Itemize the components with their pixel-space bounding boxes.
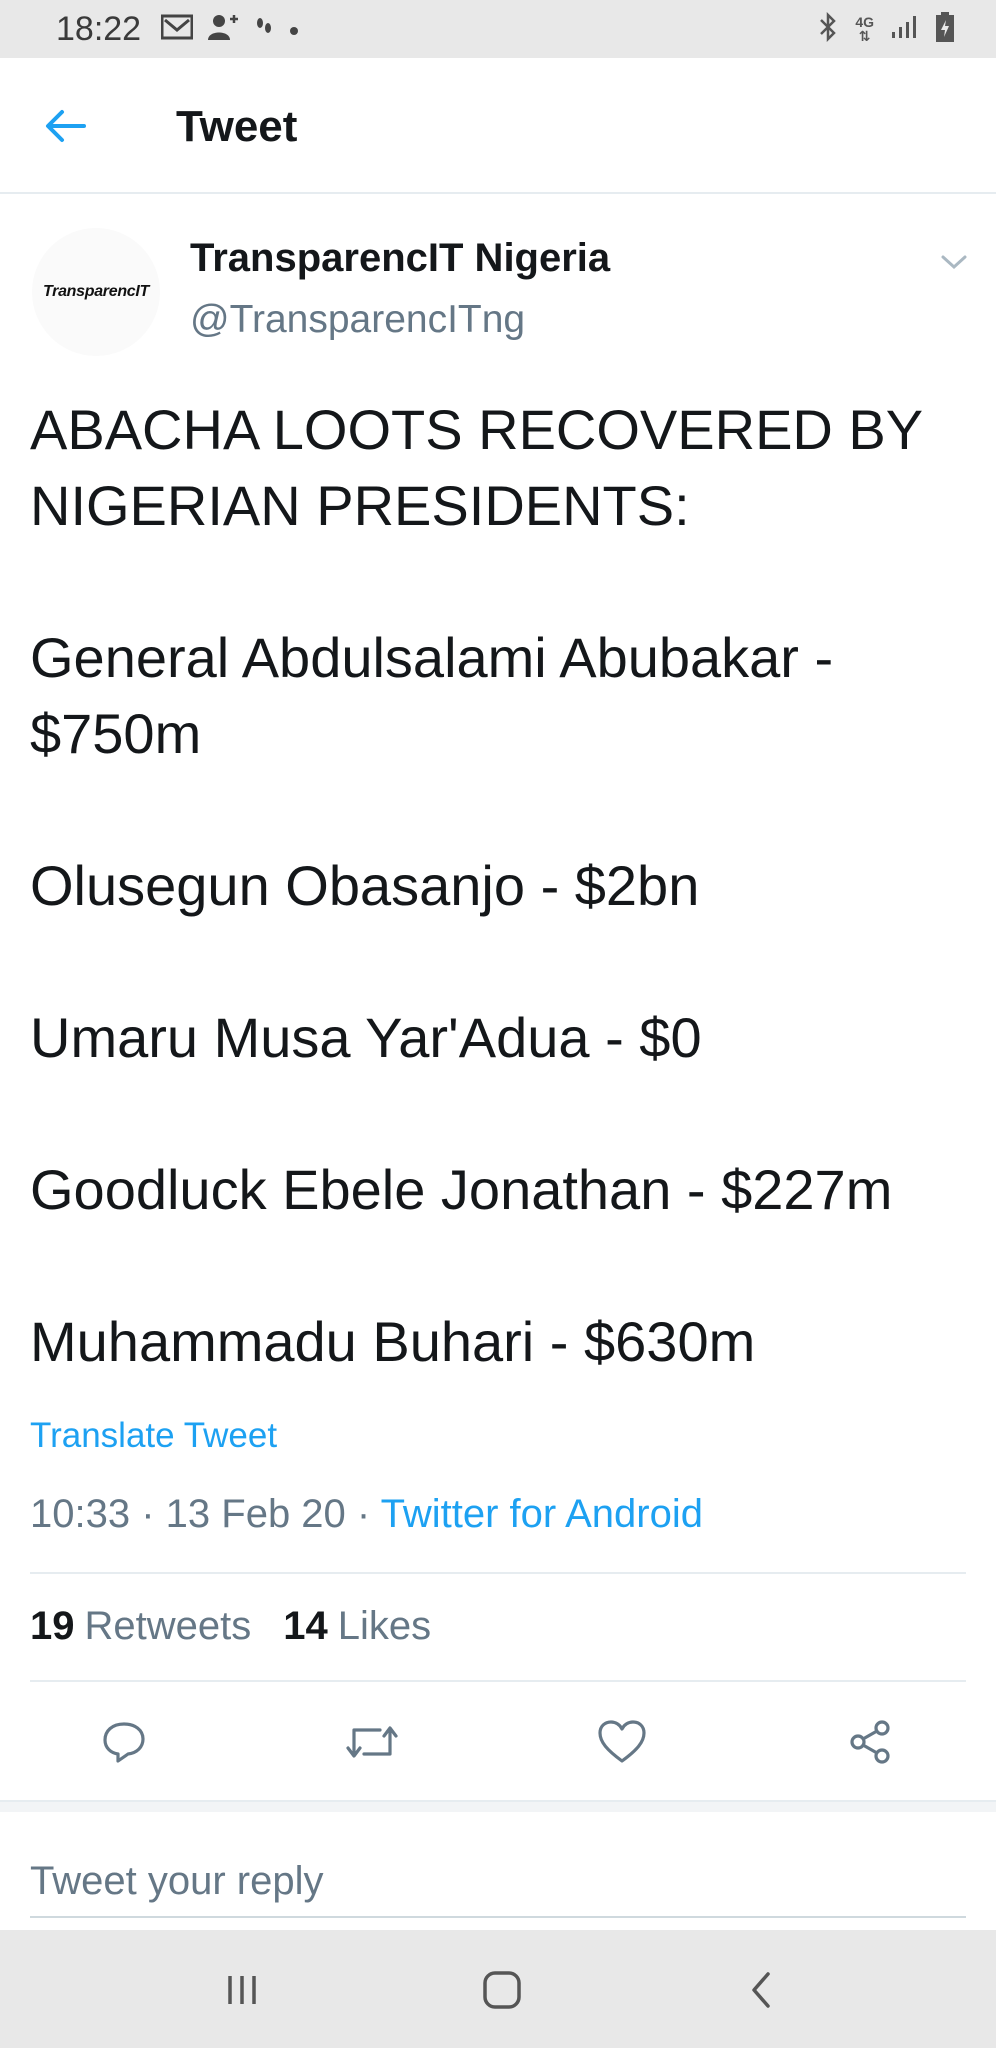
like-icon xyxy=(598,1720,646,1763)
back-arrow-icon xyxy=(46,110,86,142)
status-right: 4G ⇅ xyxy=(817,11,956,47)
app-header: Tweet xyxy=(0,58,996,194)
tweet-line: ABACHA LOOTS RECOVERED BY xyxy=(30,398,924,461)
recent-apps-icon xyxy=(228,1976,256,2004)
page-title: Tweet xyxy=(176,102,298,151)
reply-input[interactable] xyxy=(30,1846,966,1916)
like-button[interactable] xyxy=(592,1712,652,1772)
likes-count: 14 xyxy=(283,1604,328,1648)
footsteps-icon xyxy=(255,16,273,42)
tweet-line: $750m xyxy=(30,702,202,765)
mail-icon xyxy=(160,14,194,44)
reply-icon xyxy=(103,1722,145,1763)
share-icon xyxy=(850,1720,890,1764)
tweet-stats: 19 Retweets 14 Likes xyxy=(30,1604,431,1649)
home-icon xyxy=(483,1971,521,2009)
tweet-line: Olusegun Obasanjo - $2bn xyxy=(30,854,700,917)
section-divider xyxy=(0,1800,996,1812)
retweet-button[interactable] xyxy=(342,1712,402,1772)
likes-label: Likes xyxy=(337,1604,432,1648)
network-label: 4G xyxy=(855,14,874,30)
retweets-stat[interactable]: 19 Retweets xyxy=(30,1604,251,1649)
dot-icon xyxy=(287,16,301,42)
tweet-actions xyxy=(0,1712,996,1772)
retweets-count: 19 xyxy=(30,1604,75,1648)
tweet-options-button[interactable] xyxy=(936,244,972,280)
home-button[interactable] xyxy=(472,1960,532,2020)
reply-button[interactable] xyxy=(94,1712,154,1772)
network-type: 4G ⇅ xyxy=(855,15,874,43)
divider xyxy=(30,1572,966,1574)
likes-stat[interactable]: 14 Likes xyxy=(283,1604,431,1649)
tweet-line: NIGERIAN PRESIDENTS: xyxy=(30,474,690,537)
nav-back-button[interactable] xyxy=(732,1960,792,2020)
avatar-logo-text: TransparencIT xyxy=(42,283,150,300)
tweet-text: ABACHA LOOTS RECOVERED BY NIGERIAN PRESI… xyxy=(30,392,980,1380)
translate-tweet-link[interactable]: Translate Tweet xyxy=(30,1416,277,1456)
signal-icon xyxy=(890,14,918,44)
meta-separator: · xyxy=(345,1492,381,1536)
back-button[interactable] xyxy=(40,102,92,150)
recent-apps-button[interactable] xyxy=(212,1960,272,2020)
meta-separator: · xyxy=(130,1492,166,1536)
tweet-meta: 10:33 · 13 Feb 20 · Twitter for Android xyxy=(30,1492,703,1537)
battery-icon xyxy=(934,11,956,47)
add-contact-icon xyxy=(207,13,241,45)
tweet-line: General Abdulsalami Abubakar - xyxy=(30,626,834,689)
author-name[interactable]: TransparencIT Nigeria xyxy=(190,236,610,281)
tweet-source-link[interactable]: Twitter for Android xyxy=(381,1492,703,1536)
tweet-time: 10:33 xyxy=(30,1492,131,1536)
avatar[interactable]: TransparencIT xyxy=(32,228,160,356)
retweets-label: Retweets xyxy=(84,1604,252,1648)
tweet-line: Muhammadu Buhari - $630m xyxy=(30,1310,756,1373)
tweet-author: TransparencIT TransparencIT Nigeria @Tra… xyxy=(0,216,996,356)
divider xyxy=(30,1680,966,1682)
nav-back-icon xyxy=(752,1972,770,2008)
share-button[interactable] xyxy=(840,1712,900,1772)
status-left: 18:22 xyxy=(56,10,301,49)
author-handle[interactable]: @TransparencITng xyxy=(190,298,525,342)
status-time: 18:22 xyxy=(56,9,142,48)
tweet-date: 13 Feb 20 xyxy=(165,1492,346,1536)
retweet-icon xyxy=(346,1726,398,1758)
bluetooth-icon xyxy=(817,11,839,46)
data-arrows-icon: ⇅ xyxy=(858,28,871,44)
tweet-line: Goodluck Ebele Jonathan - $227m xyxy=(30,1158,893,1221)
status-bar: 18:22 4G ⇅ xyxy=(0,0,996,58)
tweet-line: Umaru Musa Yar'Adua - $0 xyxy=(30,1006,702,1069)
navigation-bar xyxy=(0,1930,996,2048)
reply-input-underline xyxy=(30,1916,966,1918)
chevron-down-icon xyxy=(941,255,967,270)
